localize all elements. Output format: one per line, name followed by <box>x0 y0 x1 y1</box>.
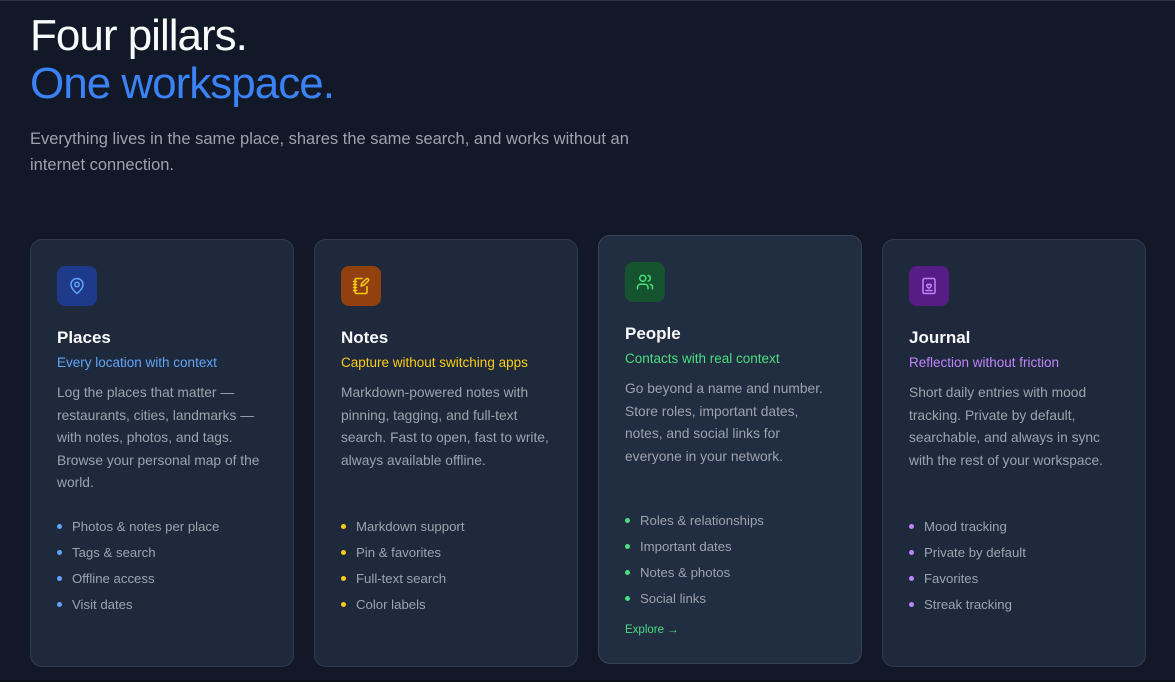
places-icon-box <box>57 266 97 306</box>
bullet-dot <box>909 524 914 530</box>
feature-item: Roles & relationships <box>625 508 764 534</box>
bullet-dot <box>57 575 62 581</box>
feature-label: Social links <box>640 590 706 606</box>
feature-item: Markdown support <box>341 514 464 540</box>
bullet-dot <box>909 575 914 581</box>
feature-label: Color labels <box>356 596 426 612</box>
bullet-dot <box>341 575 346 581</box>
bullet-dot <box>57 550 62 556</box>
bullet-dot <box>57 601 62 607</box>
feature-item: Streak tracking <box>909 591 1026 617</box>
hero-subtitle: Everything lives in the same place, shar… <box>30 130 629 174</box>
map-pin-icon <box>70 277 84 295</box>
feature-label: Full-text search <box>356 570 447 586</box>
bullet-dot <box>625 569 630 575</box>
feature-item: Notes & photos <box>625 560 764 586</box>
feature-item: Color labels <box>341 591 464 617</box>
bullet-dot <box>341 550 346 556</box>
pillar-card-places[interactable]: Places Every location with context Log t… <box>30 239 294 667</box>
feature-label: Photos & notes per place <box>72 519 220 535</box>
feature-item: Tags & search <box>57 540 219 566</box>
feature-label: Markdown support <box>356 519 465 535</box>
card-title: Notes <box>341 328 389 347</box>
feature-label: Pin & favorites <box>356 545 442 561</box>
pillar-card-notes[interactable]: Notes Capture without switching apps Mar… <box>314 239 578 667</box>
card-title: Journal <box>909 328 971 347</box>
feature-item: Favorites <box>909 566 1026 592</box>
journal-heart-icon <box>922 277 936 295</box>
card-tagline: Every location with context <box>57 355 217 370</box>
feature-list: Roles & relationships Important dates No… <box>625 508 764 611</box>
feature-list: Photos & notes per place Tags & search O… <box>57 514 219 617</box>
notebook-pen-icon <box>352 277 370 295</box>
feature-list: Markdown support Pin & favorites Full-te… <box>341 514 464 617</box>
feature-item: Important dates <box>625 534 764 560</box>
bullet-dot <box>341 524 346 530</box>
hero-title-line2: One workspace. <box>30 59 335 108</box>
feature-item: Full-text search <box>341 566 464 592</box>
card-tagline: Capture without switching apps <box>341 355 528 370</box>
feature-item: Mood tracking <box>909 514 1026 540</box>
users-icon <box>636 274 654 290</box>
notes-icon-box <box>341 266 381 306</box>
feature-label: Tags & search <box>72 545 156 561</box>
bullet-dot <box>909 550 914 556</box>
card-description: Go beyond a name and number. Store roles… <box>625 381 823 464</box>
feature-label: Favorites <box>924 570 979 586</box>
bullet-dot <box>625 518 630 524</box>
feature-label: Mood tracking <box>924 519 1007 535</box>
card-tagline: Contacts with real context <box>625 351 780 366</box>
feature-label: Private by default <box>924 545 1026 561</box>
bullet-dot <box>625 544 630 550</box>
pillar-card-journal[interactable]: Journal Reflection without friction Shor… <box>882 239 1146 667</box>
pillar-card-people[interactable]: People Contacts with real context Go bey… <box>598 235 862 664</box>
feature-item: Social links <box>625 585 764 611</box>
journal-icon-box <box>909 266 949 306</box>
card-description: Short daily entries with mood tracking. … <box>909 385 1104 468</box>
people-icon-box <box>625 262 665 302</box>
explore-link[interactable]: Explore → <box>625 624 679 636</box>
feature-label: Streak tracking <box>924 596 1012 612</box>
feature-label: Notes & photos <box>640 564 731 580</box>
bullet-dot <box>341 601 346 607</box>
feature-label: Offline access <box>72 570 155 586</box>
feature-list: Mood tracking Private by default Favorit… <box>909 514 1026 617</box>
hero-title-line1: Four pillars. <box>30 11 248 60</box>
feature-item: Offline access <box>57 566 219 592</box>
bullet-dot <box>625 595 630 601</box>
feature-item: Visit dates <box>57 591 219 617</box>
card-tagline: Reflection without friction <box>909 355 1060 370</box>
feature-label: Important dates <box>640 539 732 555</box>
feature-label: Roles & relationships <box>640 513 764 529</box>
feature-item: Photos & notes per place <box>57 514 219 540</box>
hero-section: Four pillars. One workspace. Everything … <box>30 12 670 178</box>
card-title: People <box>625 324 681 343</box>
card-title: Places <box>57 328 111 347</box>
card-description: Log the places that matter — restaurants… <box>57 385 260 490</box>
card-description: Markdown-powered notes with pinning, tag… <box>341 385 549 468</box>
feature-label: Visit dates <box>72 596 133 612</box>
bullet-dot <box>909 601 914 607</box>
bullet-dot <box>57 524 62 530</box>
feature-item: Private by default <box>909 540 1026 566</box>
feature-item: Pin & favorites <box>341 540 464 566</box>
